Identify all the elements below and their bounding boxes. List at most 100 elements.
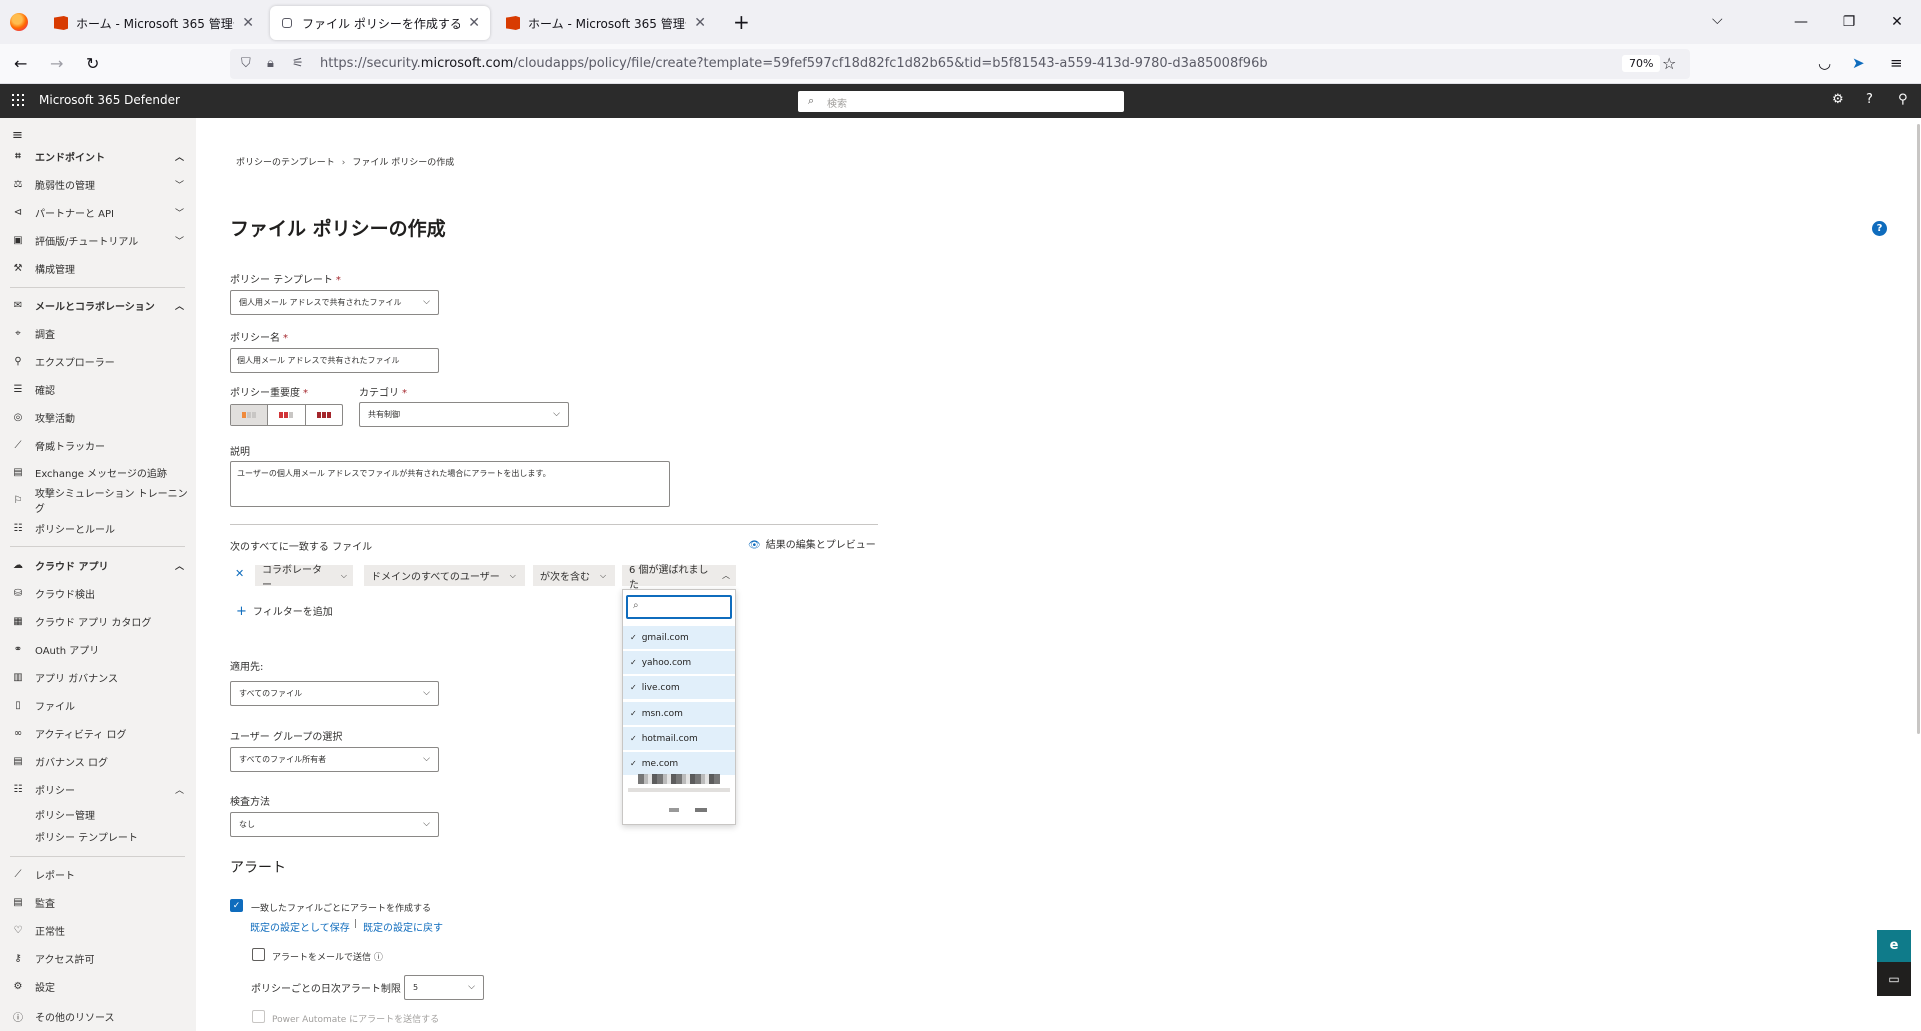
filter-scope-chip[interactable]: ドメインのすべてのユーザー ⌵ [364,565,525,586]
feedback-icon[interactable]: e [1877,930,1911,962]
sidebar-item-mail[interactable]: ✉ メールとコラボレーション ︿ [0,294,196,316]
sidebar-item-reports[interactable]: ⟋ レポート [0,863,196,885]
policy-name-input[interactable]: 個人用メール アドレスで共有されたファイル [230,348,439,373]
pocket-icon[interactable]: ◡ [1818,54,1831,72]
options-search-input[interactable]: ⌕ [626,595,732,619]
sidebar-item-exchange[interactable]: ▤ Exchange メッセージの追跡 [0,461,196,483]
close-tab-icon[interactable]: ✕ [242,15,254,31]
restore-icon[interactable]: ❐ [1825,0,1873,44]
restore-default-link[interactable]: 既定の設定に戻す [363,919,443,934]
breadcrumb-templates[interactable]: ポリシーのテンプレート [236,158,335,168]
zoom-level[interactable]: 70% [1622,55,1661,72]
sidebar-item-investigation[interactable]: ⌖ 調査 [0,322,196,344]
firefox-logo-icon[interactable] [10,13,28,31]
sidebar-item-more-resources[interactable]: ⓘ その他のリソース [0,1005,196,1027]
severity-low-button[interactable] [231,405,269,425]
sidebar-item-policy-rules[interactable]: ☷ ポリシーとルール [0,517,196,539]
help-icon[interactable]: ? [1872,221,1887,236]
permissions-icon[interactable]: ⚟ [292,56,304,71]
option-item[interactable]: ✓ hotmail.com [623,727,735,751]
save-default-link[interactable]: 既定の設定として保存 [250,919,350,934]
sidebar-item-catalog[interactable]: ▦ クラウド アプリ カタログ [0,610,196,632]
daily-limit-dropdown[interactable]: 5 ⌵ [404,975,484,1000]
sidebar-item-vulnerability[interactable]: ⚖ 脆弱性の管理 ﹀ [0,173,196,195]
add-filter-button[interactable]: + フィルターを追加 [236,603,333,619]
option-item[interactable]: ✓ me.com [623,752,735,776]
back-icon[interactable]: ← [14,54,27,73]
url-text[interactable]: https://security.microsoft.com/cloudapps… [320,56,1268,71]
user-group-dropdown[interactable]: すべてのファイル所有者 ⌵ [230,747,439,772]
sidebar-item-governance[interactable]: ▥ アプリ ガバナンス [0,666,196,688]
app-title[interactable]: Microsoft 365 Defender [39,93,180,107]
sidebar-item-cloud-discovery[interactable]: ⛁ クラウド検出 [0,582,196,604]
severity-medium-button[interactable] [268,405,306,425]
option-item[interactable]: ✓ gmail.com [623,626,735,650]
browser-tab-1[interactable]: ホーム - Microsoft 365 管理センター ✕ [44,6,264,40]
filter-value-chip[interactable]: 6 個が選ばれました ︿ [622,565,736,591]
sidebar-item-files[interactable]: ▯ ファイル [0,694,196,716]
minimize-icon[interactable]: — [1777,0,1825,44]
sidebar-item-activity-log[interactable]: ∞ アクティビティ ログ [0,722,196,744]
sidebar-item-health[interactable]: ♡ 正常性 [0,919,196,941]
global-search-input[interactable]: ⌕ 検索 [798,91,1124,112]
sidebar-item-review[interactable]: ☰ 確認 [0,378,196,400]
sidebar-item-policies[interactable]: ☷ ポリシー ︿ [0,778,196,800]
filter-operator-chip[interactable]: が次を含む ⌵ [533,565,615,586]
sidebar-item-cloud-apps[interactable]: ☁ クラウド アプリ ︿ [0,554,196,576]
sidebar-item-policy-management[interactable]: ポリシー管理 [0,803,196,825]
option-item[interactable]: ✓ yahoo.com [623,651,735,675]
option-item[interactable]: ✓ live.com [623,676,735,700]
browser-tab-2[interactable]: ファイル ポリシーを作成する - Microsoft 365 Defender … [270,6,490,40]
sidebar-item-partner[interactable]: ⊲ パートナーと API ﹀ [0,201,196,223]
close-window-icon[interactable]: ✕ [1873,0,1921,44]
alert-per-file-checkbox[interactable]: ✓ [230,899,243,912]
description-textarea[interactable]: ユーザーの個人用メール アドレスでファイルが共有された場合にアラートを出します。 [230,461,670,507]
menu-icon[interactable]: ≡ [1890,54,1903,72]
sidebar-item-settings[interactable]: ⚙ 設定 [0,975,196,997]
page-scrollbar[interactable] [1917,124,1920,734]
sidebar-item-simulation[interactable]: ⚐ 攻撃シミュレーション トレーニング [0,489,196,515]
sidebar-item-explorer[interactable]: ⚲ エクスプローラー [0,350,196,372]
policy-template-dropdown[interactable]: 個人用メール アドレスで共有されたファイル ⌵ [230,290,439,315]
forward-icon[interactable]: → [50,54,63,73]
severity-high-button[interactable] [306,405,342,425]
list-tabs-icon[interactable]: ⌵ [1712,12,1723,28]
sidebar-item-governance-log[interactable]: ▤ ガバナンス ログ [0,750,196,772]
option-item[interactable]: ✓ msn.com [623,702,735,726]
alert-email-checkbox[interactable] [252,948,265,961]
sidebar-item-policy-templates[interactable]: ポリシー テンプレート [0,825,196,847]
user-icon[interactable]: ⚲ [1898,92,1908,107]
new-tab-icon[interactable]: + [733,10,750,34]
sidebar-item-campaign[interactable]: ◎ 攻撃活動 [0,406,196,428]
edit-preview-link[interactable]: 👁︎ 結果の編集とプレビュー [748,536,876,551]
sidebar-item-permissions[interactable]: ⚷ アクセス許可 [0,947,196,969]
close-tab-icon[interactable]: ✕ [694,15,706,31]
power-automate-checkbox[interactable] [252,1010,265,1023]
help-icon[interactable]: ? [1866,92,1873,107]
extension-icon[interactable]: ➤ [1852,54,1865,72]
app-launcher-icon[interactable] [12,94,24,106]
apply-to-dropdown[interactable]: すべてのファイル ⌵ [230,681,439,706]
filter-field-chip[interactable]: コラボレーター ⌵ [255,565,353,591]
inspection-method-dropdown[interactable]: なし ⌵ [230,812,439,837]
reload-icon[interactable]: ↻ [86,54,99,73]
gear-icon[interactable]: ⚙ [1832,92,1844,107]
hamburger-icon[interactable]: ≡ [12,128,23,143]
permission-icon: ⚷ [14,952,22,964]
category-dropdown[interactable]: 共有制御 ⌵ [359,402,569,427]
sidebar-item-endpoint[interactable]: ⌗ エンドポイント ︿ [0,145,196,167]
chat-icon[interactable]: ▭ [1877,962,1911,996]
sidebar-item-evaluation[interactable]: ▣ 評価版/チュートリアル ﹀ [0,229,196,251]
close-tab-icon[interactable]: ✕ [468,15,480,31]
address-bar[interactable]: ⛉ 🔒︎ ⚟ https://security.microsoft.com/cl… [230,49,1690,79]
info-icon[interactable]: ⓘ [374,953,383,963]
sidebar-item-threat-tracker[interactable]: ⟋ 脅威トラッカー [0,434,196,456]
sidebar-item-oauth[interactable]: ⚭ OAuth アプリ [0,638,196,660]
shield-icon[interactable]: ⛉ [241,56,251,71]
bookmark-star-icon[interactable]: ☆ [1662,54,1676,73]
remove-filter-icon[interactable]: ✕ [235,567,244,580]
sidebar-item-audit[interactable]: ▤ 監査 [0,891,196,913]
browser-tab-3[interactable]: ホーム - Microsoft 365 管理センター ✕ [496,6,716,40]
lock-icon[interactable]: 🔒︎ [267,56,274,71]
sidebar-item-config[interactable]: ⚒ 構成管理 [0,257,196,279]
